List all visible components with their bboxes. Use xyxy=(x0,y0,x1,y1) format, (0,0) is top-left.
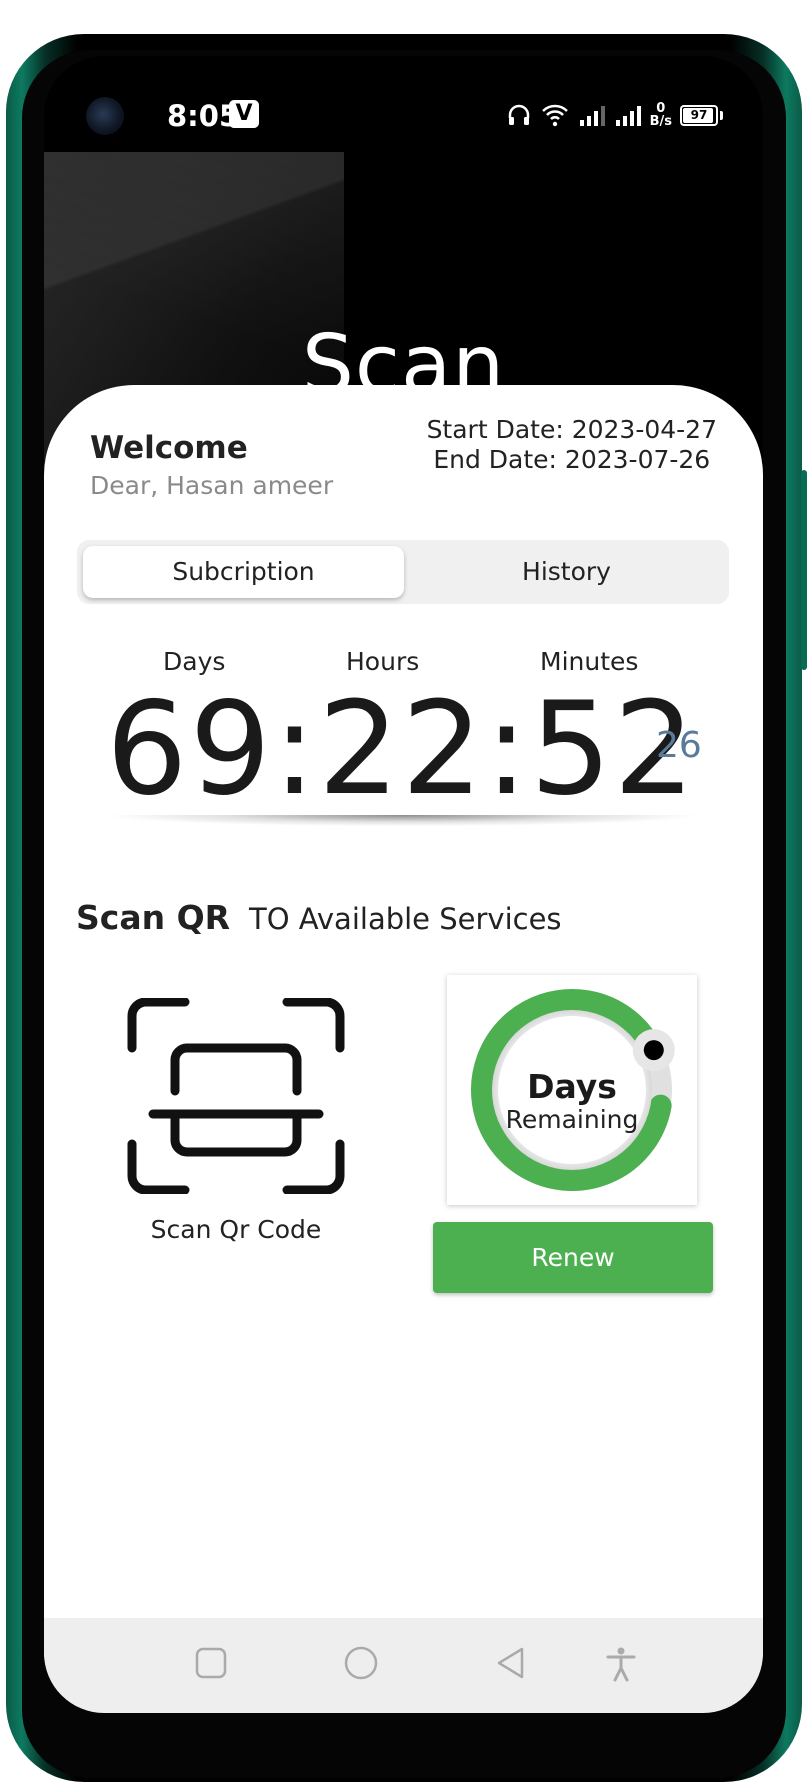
screen: 8:05 V 0 B/s 97 Scan Welcome Dear, Hasan… xyxy=(44,56,763,1713)
battery-level: 97 xyxy=(690,107,708,122)
wifi-icon xyxy=(541,104,568,127)
days-remaining-title: Days xyxy=(527,1067,617,1106)
signal-icon-sim2 xyxy=(615,106,641,126)
system-nav-bar xyxy=(44,1618,763,1713)
battery-tip xyxy=(720,110,723,120)
main-card: Welcome Dear, Hasan ameer Start Date: 20… xyxy=(44,385,763,1657)
label-days: Days xyxy=(163,647,226,676)
network-speed: 0 B/s xyxy=(650,102,672,128)
scan-qr-subtitle: TO Available Services xyxy=(249,902,562,936)
scan-qr-label[interactable]: Scan Qr Code xyxy=(130,1215,342,1244)
scan-qr-title: Scan QR xyxy=(76,898,231,937)
days-remaining-card: Days Remaining xyxy=(447,975,697,1205)
start-date: Start Date: 2023-04-27 xyxy=(426,415,717,444)
days-remaining-subtitle: Remaining xyxy=(505,1105,639,1134)
power-button xyxy=(801,470,807,670)
network-speed-unit: B/s xyxy=(649,114,672,129)
tab-bar: Subcription History xyxy=(77,540,729,604)
qr-scan-icon[interactable] xyxy=(127,998,345,1194)
accessibility-icon[interactable] xyxy=(604,1646,638,1682)
countdown-timer: 69:22:52 xyxy=(106,675,697,824)
welcome-title: Welcome xyxy=(90,430,248,466)
back-triangle-icon[interactable] xyxy=(494,1646,528,1680)
end-date: End Date: 2023-07-26 xyxy=(433,445,711,474)
tab-history[interactable]: History xyxy=(404,546,729,598)
recent-apps-square-icon[interactable] xyxy=(194,1646,228,1680)
renew-button[interactable]: Renew xyxy=(433,1222,713,1293)
headphones-icon xyxy=(508,104,529,125)
label-hours: Hours xyxy=(346,647,420,676)
signal-icon-sim1 xyxy=(579,106,605,126)
battery-icon: 97 xyxy=(680,104,718,126)
countdown-seconds: 26 xyxy=(656,725,702,766)
section-divider xyxy=(44,815,763,845)
tab-subscription[interactable]: Subcription xyxy=(83,546,404,598)
welcome-user: Dear, Hasan ameer xyxy=(90,471,334,500)
status-bar: 8:05 V 0 B/s 97 xyxy=(44,56,763,171)
app-notification-badge: V xyxy=(229,100,259,128)
status-icons: 0 B/s 97 xyxy=(506,98,723,132)
home-circle-icon[interactable] xyxy=(342,1646,380,1684)
front-camera xyxy=(86,97,124,135)
subscription-dates: Start Date: 2023-04-27 End Date: 2023-07… xyxy=(427,415,717,475)
label-minutes: Minutes xyxy=(540,647,639,676)
